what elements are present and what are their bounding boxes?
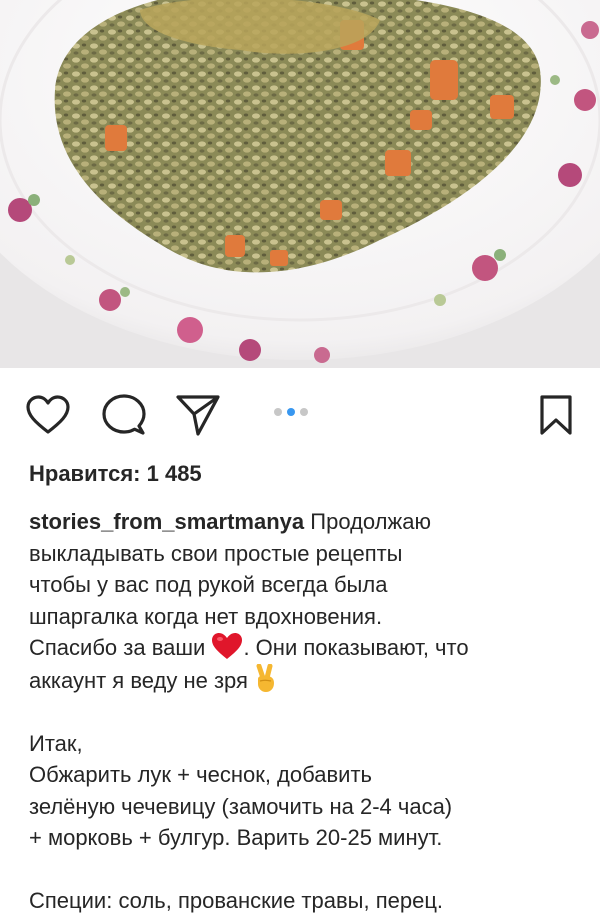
like-button[interactable] [24, 392, 72, 438]
food-plate-image [0, 0, 600, 368]
caption-text: + морковь + булгур. Варить 20-25 минут. [29, 825, 443, 850]
caption-text: Спасибо за ваши [29, 635, 206, 660]
caption-text: выкладывать свои простые рецепты [29, 540, 403, 566]
carousel-indicator [274, 408, 308, 416]
post-caption: stories_from_smartmanya Продолжаю выклад… [29, 506, 589, 917]
caption-text: шпаргалка когда нет вдохновения. [29, 603, 383, 629]
share-button[interactable] [174, 392, 222, 438]
caption-text: Специи: соль, прованские травы, перец. [29, 888, 444, 913]
save-button[interactable] [532, 392, 580, 438]
caption-text: Итак, [29, 730, 83, 756]
comment-button[interactable] [100, 392, 148, 438]
heart-outline-icon [26, 395, 70, 434]
caption-paragraph: Специи: соль, прованские травы, перец. [29, 885, 589, 917]
carousel-dot [300, 408, 308, 416]
caption-text: аккаунт я веду не зря [29, 667, 248, 693]
caption-paragraph: Итак, Обжарить лук + чеснок, добавить зе… [29, 728, 589, 854]
username-link[interactable]: stories_from_smartmanya [29, 509, 304, 534]
carousel-dot-active [287, 408, 295, 416]
red-heart-emoji-icon [212, 633, 243, 659]
caption-text: чтобы у вас под рукой всегда была [29, 572, 388, 597]
likes-count[interactable]: Нравится: 1 485 [29, 461, 202, 487]
carousel-dot [274, 408, 282, 416]
comment-bubble-icon [102, 394, 146, 435]
caption-paragraph: stories_from_smartmanya Продолжаю выклад… [29, 506, 589, 696]
post-photo[interactable] [0, 0, 600, 368]
caption-text: зелёную чечевицу (замочить на 2-4 часа) [29, 793, 453, 819]
victory-hand-emoji-icon [256, 663, 275, 692]
caption-text: . Они показывают, что [243, 635, 469, 660]
bookmark-icon [540, 395, 572, 435]
caption-text: Продолжаю [310, 509, 431, 534]
paper-plane-icon [176, 395, 220, 436]
caption-text: Обжарить лук + чеснок, добавить [29, 762, 372, 787]
